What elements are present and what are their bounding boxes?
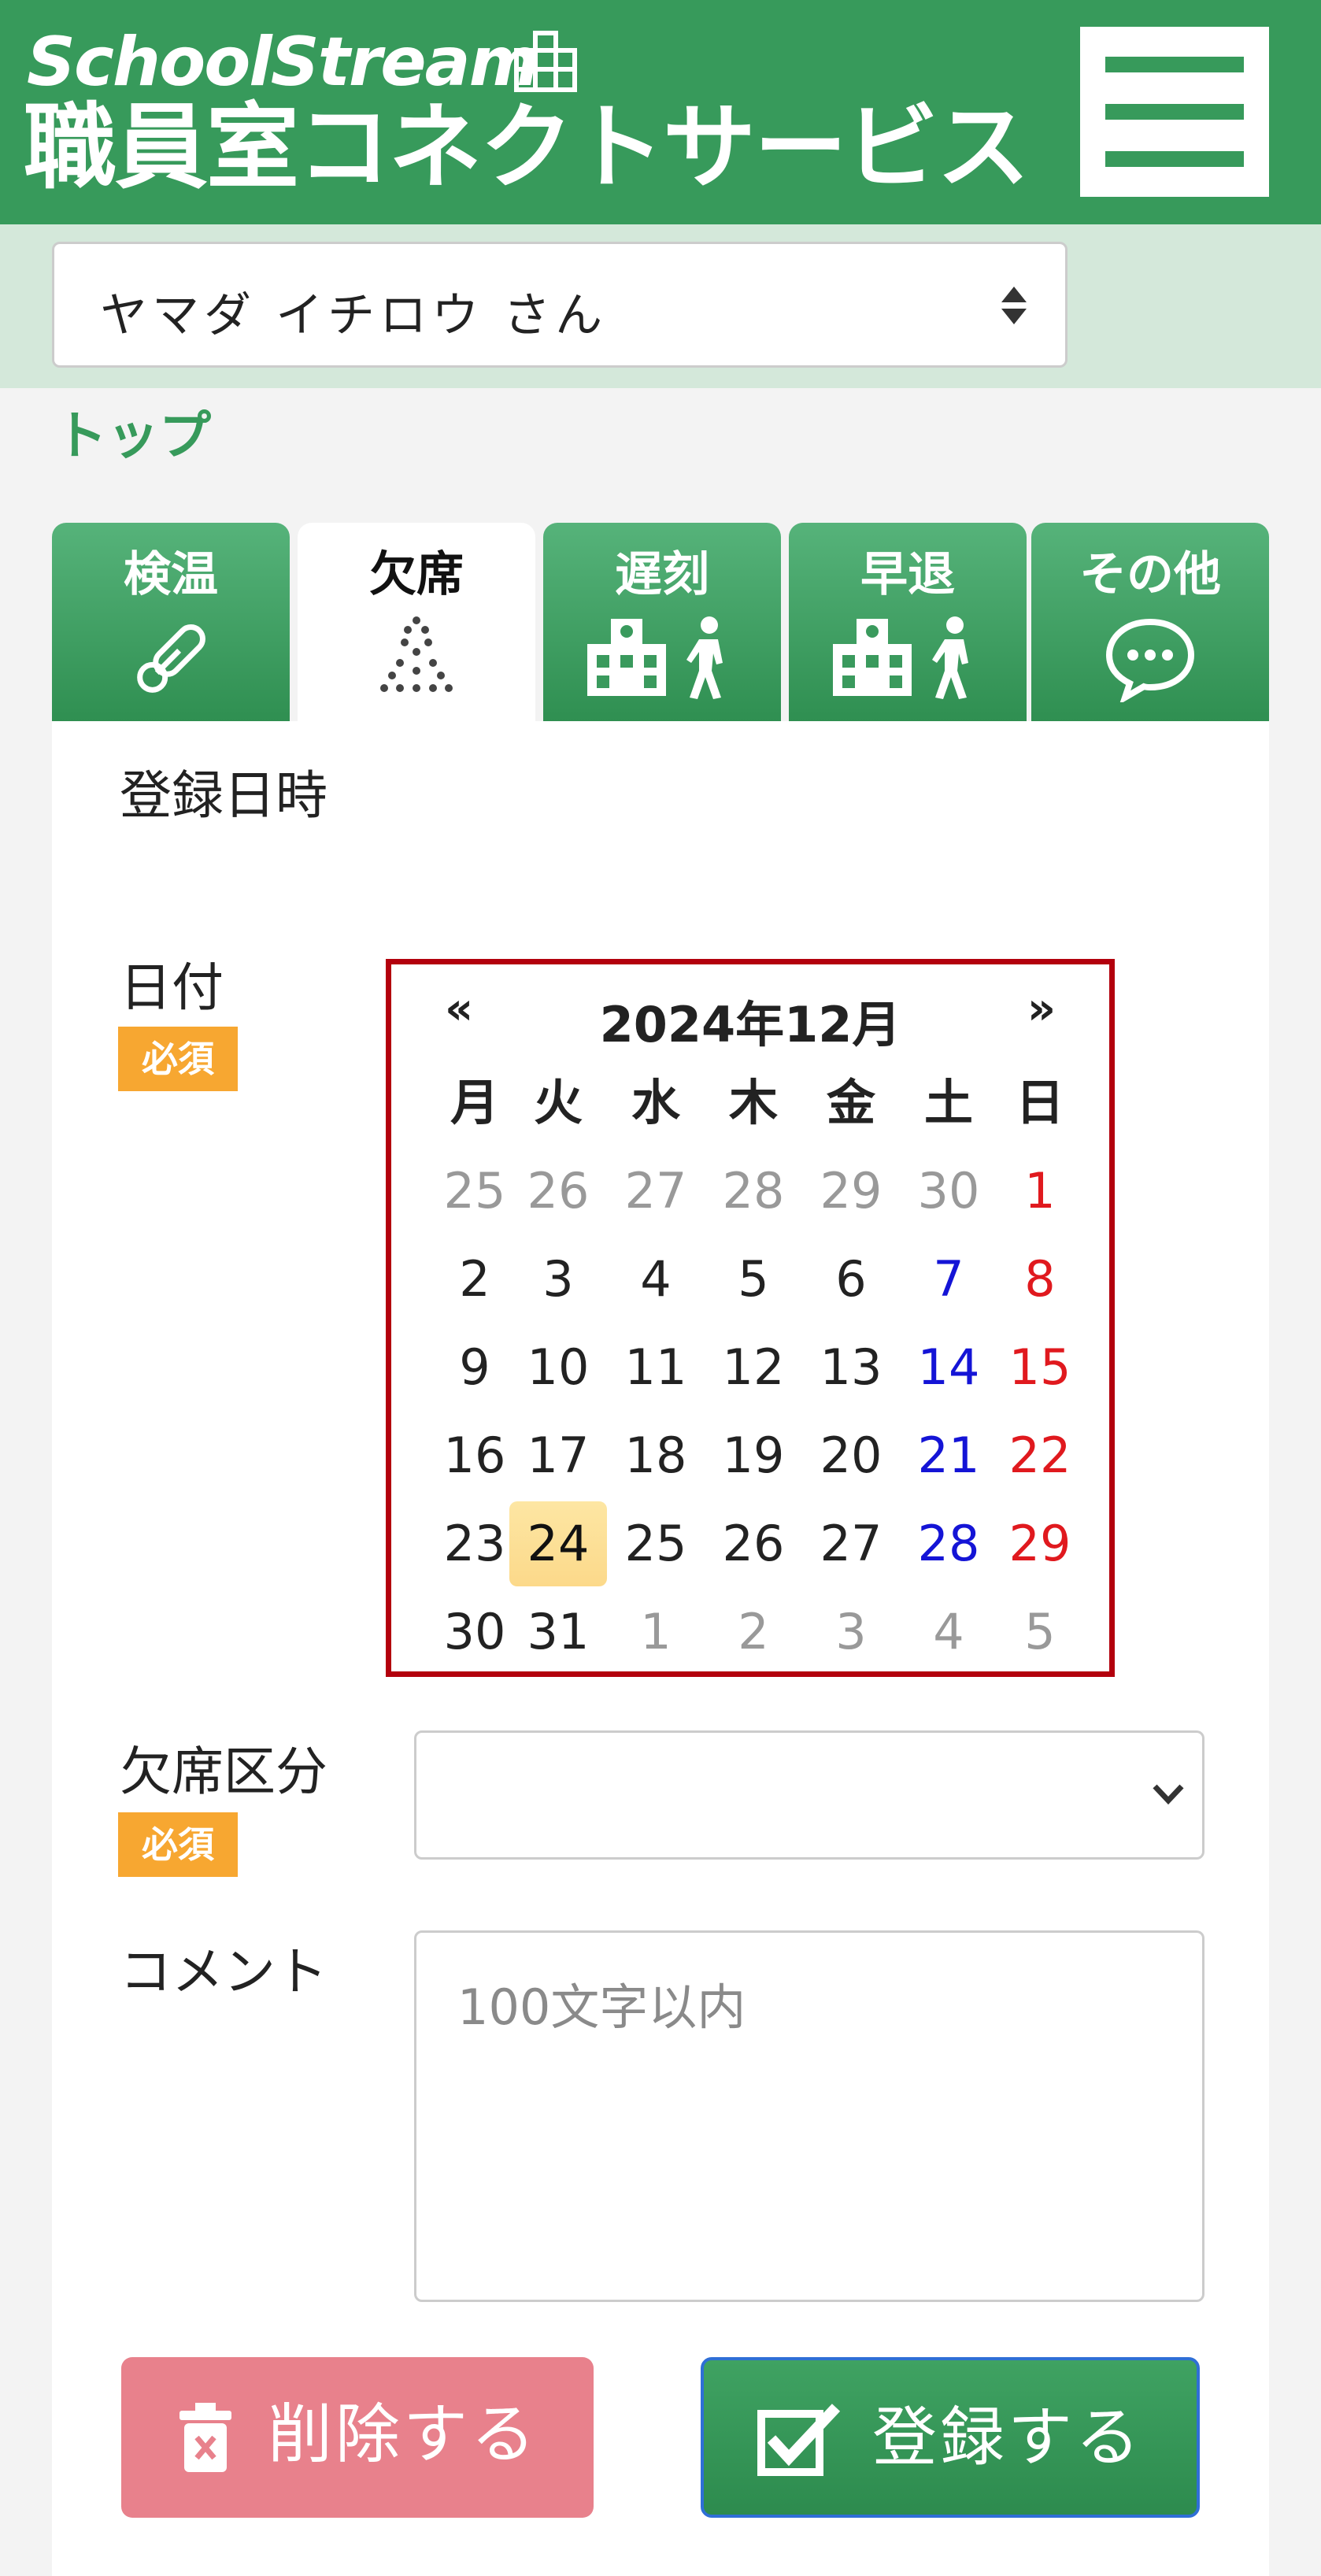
absence-type-select[interactable] xyxy=(414,1730,1204,1860)
calendar-day[interactable]: 14 xyxy=(900,1325,997,1410)
calendar-day[interactable]: 22 xyxy=(991,1413,1089,1498)
tab-late[interactable]: 遅刻 xyxy=(543,523,781,721)
hamburger-icon xyxy=(1105,57,1244,72)
calendar-day[interactable]: 7 xyxy=(900,1237,997,1322)
tab-label: 欠席 xyxy=(369,547,464,602)
calendar-day[interactable]: 26 xyxy=(509,1149,607,1234)
school-logo-icon xyxy=(514,31,577,92)
tab-label: 検温 xyxy=(124,547,218,602)
weekday-header: 日 xyxy=(1015,1074,1064,1131)
calendar-day[interactable]: 25 xyxy=(607,1501,705,1586)
service-title: 職員室コネクトサービス xyxy=(24,93,1030,202)
tab-label: その他 xyxy=(1079,547,1221,602)
calendar-day[interactable]: 5 xyxy=(991,1590,1089,1675)
comment-textarea[interactable] xyxy=(414,1930,1204,2302)
checkbox-icon xyxy=(757,2404,841,2476)
calendar-day[interactable]: 29 xyxy=(991,1501,1089,1586)
tab-other[interactable]: その他 xyxy=(1031,523,1269,721)
tab-label: 遅刻 xyxy=(615,547,709,602)
calendar-day[interactable]: 31 xyxy=(509,1590,607,1675)
calendar-day[interactable]: 6 xyxy=(802,1237,900,1322)
calendar-day[interactable]: 5 xyxy=(705,1237,802,1322)
weekday-header: 火 xyxy=(533,1074,583,1131)
calendar-day[interactable]: 15 xyxy=(991,1325,1089,1410)
calendar-day[interactable]: 28 xyxy=(705,1149,802,1234)
hamburger-menu-button[interactable] xyxy=(1080,27,1269,197)
thermometer-icon xyxy=(137,624,205,693)
student-bar: ヤマダ イチロウ さん xyxy=(0,224,1321,388)
school-walk-icon xyxy=(833,616,968,699)
register-button[interactable]: 登録する xyxy=(701,2357,1200,2518)
comment-label: コメント xyxy=(120,1941,327,2002)
registered-datetime-label: 登録日時 xyxy=(120,765,327,826)
calendar-day[interactable]: 1 xyxy=(607,1590,705,1675)
student-select-value: ヤマダ イチロウ さん xyxy=(100,288,608,343)
calendar-day[interactable]: 28 xyxy=(900,1501,997,1586)
calendar-day[interactable]: 30 xyxy=(900,1149,997,1234)
weekday-header: 水 xyxy=(631,1074,680,1131)
tab-temperature[interactable]: 検温 xyxy=(52,523,290,721)
calendar-day[interactable]: 29 xyxy=(802,1149,900,1234)
calendar-day[interactable]: 27 xyxy=(802,1501,900,1586)
tab-label: 早退 xyxy=(860,547,955,602)
chat-bubble-icon xyxy=(1105,618,1195,705)
date-label: 日付 xyxy=(120,957,224,1018)
required-badge: 必須 xyxy=(118,1027,238,1091)
calendar-day[interactable]: 12 xyxy=(705,1325,802,1410)
trash-icon xyxy=(179,2403,231,2472)
calendar-day-selected[interactable]: 24 xyxy=(509,1501,607,1586)
student-select[interactable]: ヤマダ イチロウ さん xyxy=(52,242,1068,368)
calendar-day[interactable]: 19 xyxy=(705,1413,802,1498)
calendar-day[interactable]: 17 xyxy=(509,1413,607,1498)
app-header: SchoolStream 職員室コネクトサービス xyxy=(0,0,1321,224)
calendar-day[interactable]: 2 xyxy=(705,1590,802,1675)
hamburger-icon xyxy=(1105,104,1244,120)
calendar-day[interactable]: 4 xyxy=(607,1237,705,1322)
delete-button-label: 削除する xyxy=(268,2397,539,2472)
calendar-day[interactable]: 10 xyxy=(509,1325,607,1410)
calendar-day[interactable]: 8 xyxy=(991,1237,1089,1322)
breadcrumb-top[interactable]: トップ xyxy=(55,394,211,469)
tab-bar: 検温 欠席 遅刻 早退 その他 xyxy=(52,523,1269,721)
tab-early-leave[interactable]: 早退 xyxy=(789,523,1027,721)
sort-arrows-icon xyxy=(1001,287,1027,324)
calendar-month-title: 2024年12月 xyxy=(599,996,901,1053)
calendar-day[interactable]: 3 xyxy=(509,1237,607,1322)
register-button-label: 登録する xyxy=(872,2400,1144,2475)
calendar-day[interactable]: 18 xyxy=(607,1413,705,1498)
dots-icon xyxy=(380,616,453,692)
required-badge: 必須 xyxy=(118,1812,238,1877)
weekday-header: 木 xyxy=(728,1074,778,1131)
weekday-header: 金 xyxy=(826,1074,875,1131)
calendar-day[interactable]: 13 xyxy=(802,1325,900,1410)
delete-button[interactable]: 削除する xyxy=(121,2357,594,2518)
brand-logo-text: SchoolStream xyxy=(27,23,539,102)
weekday-header: 土 xyxy=(923,1074,973,1131)
calendar-day[interactable]: 1 xyxy=(991,1149,1089,1234)
calendar-day[interactable]: 3 xyxy=(802,1590,900,1675)
calendar-day[interactable]: 26 xyxy=(705,1501,802,1586)
calendar-day[interactable]: 27 xyxy=(607,1149,705,1234)
calendar-day[interactable]: 21 xyxy=(900,1413,997,1498)
school-walk-icon xyxy=(587,616,723,699)
hamburger-icon xyxy=(1105,151,1244,167)
date-calendar: « 2024年12月 » 月火水木金土日 25 26 27 28 29 30 1 2 3 4 5 6 7 8… xyxy=(386,959,1115,1677)
calendar-next-button[interactable]: » xyxy=(1027,983,1056,1034)
chevron-down-icon xyxy=(1153,1784,1184,1805)
calendar-day[interactable]: 11 xyxy=(607,1325,705,1410)
absence-type-label: 欠席区分 xyxy=(120,1741,327,1802)
calendar-day[interactable]: 4 xyxy=(900,1590,997,1675)
tab-absence[interactable]: 欠席 xyxy=(298,523,535,721)
calendar-day[interactable]: 20 xyxy=(802,1413,900,1498)
